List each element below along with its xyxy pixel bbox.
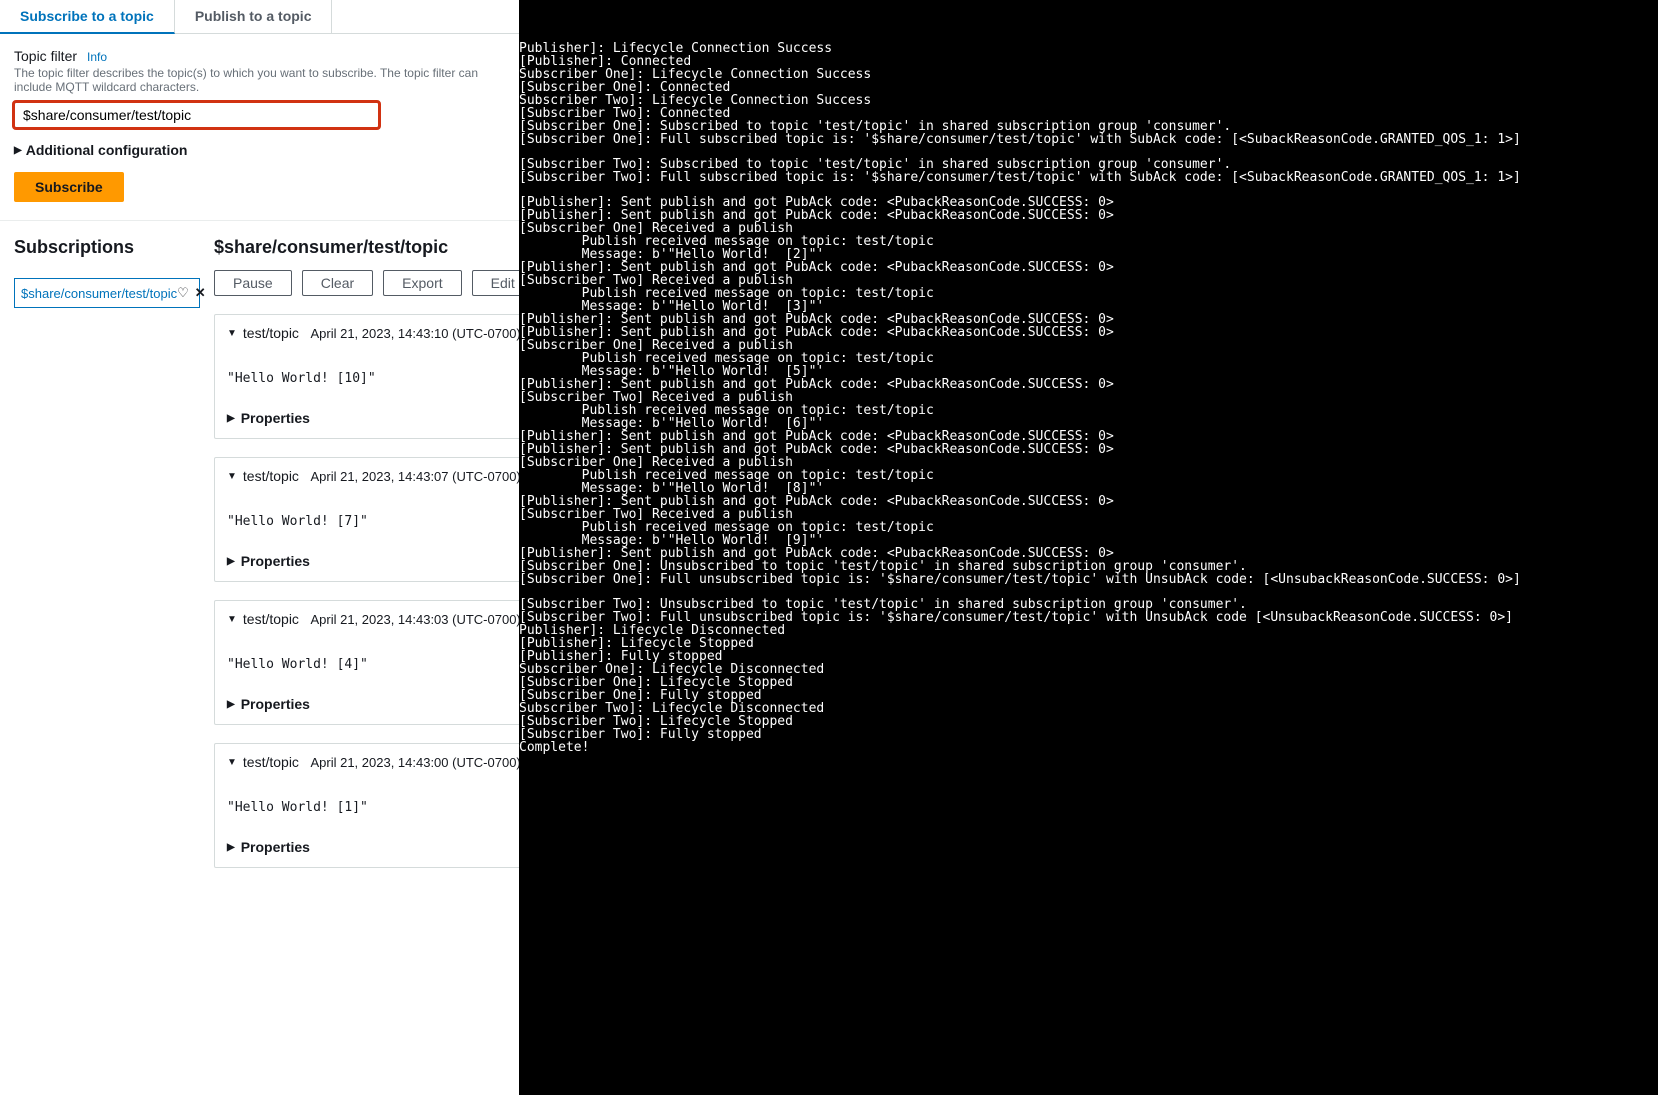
message-properties-label: Properties xyxy=(241,410,310,426)
caret-right-icon: ▶ xyxy=(227,556,235,567)
subscribe-form: Topic filter Info The topic filter descr… xyxy=(0,34,519,221)
tab-publish[interactable]: Publish to a topic xyxy=(175,0,333,33)
additional-configuration-label: Additional configuration xyxy=(26,142,188,158)
message-time: April 21, 2023, 14:43:07 (UTC-0700) xyxy=(310,469,520,484)
caret-down-icon: ▼ xyxy=(227,328,237,339)
message-topic-toggle[interactable]: ▼ test/topic xyxy=(227,611,299,627)
message-card: ▼ test/topic April 21, 2023, 14:43:00 (U… xyxy=(214,743,534,868)
message-properties-toggle[interactable]: ▶ Properties xyxy=(227,839,521,855)
info-link[interactable]: Info xyxy=(87,50,107,64)
export-button[interactable]: Export xyxy=(383,270,461,296)
topic-filter-input[interactable] xyxy=(14,102,379,128)
message-card: ▼ test/topic April 21, 2023, 14:43:10 (U… xyxy=(214,314,534,439)
message-topic: test/topic xyxy=(243,325,299,341)
tabs: Subscribe to a topic Publish to a topic xyxy=(0,0,519,34)
caret-right-icon: ▶ xyxy=(14,145,22,156)
subscribe-button[interactable]: Subscribe xyxy=(14,172,124,202)
message-properties-label: Properties xyxy=(241,553,310,569)
message-properties-toggle[interactable]: ▶ Properties xyxy=(227,410,521,426)
caret-right-icon: ▶ xyxy=(227,699,235,710)
messages-title: $share/consumer/test/topic xyxy=(214,237,534,258)
message-body: "Hello World! [7]" xyxy=(227,514,521,529)
message-body: "Hello World! [1]" xyxy=(227,800,521,815)
message-properties-toggle[interactable]: ▶ Properties xyxy=(227,553,521,569)
tab-subscribe[interactable]: Subscribe to a topic xyxy=(0,0,175,34)
messages-column: $share/consumer/test/topic Pause Clear E… xyxy=(200,221,548,886)
message-time: April 21, 2023, 14:43:10 (UTC-0700) xyxy=(310,326,520,341)
caret-right-icon: ▶ xyxy=(227,842,235,853)
message-body: "Hello World! [10]" xyxy=(227,371,521,386)
caret-down-icon: ▼ xyxy=(227,614,237,625)
caret-down-icon: ▼ xyxy=(227,757,237,768)
message-body: "Hello World! [4]" xyxy=(227,657,521,672)
message-time: April 21, 2023, 14:43:03 (UTC-0700) xyxy=(310,612,520,627)
mqtt-test-client-panel: Subscribe to a topic Publish to a topic … xyxy=(0,0,519,1095)
message-topic: test/topic xyxy=(243,754,299,770)
message-properties-label: Properties xyxy=(241,696,310,712)
heart-icon[interactable]: ♡ xyxy=(177,285,189,301)
topic-filter-label: Topic filter xyxy=(14,48,77,64)
message-card: ▼ test/topic April 21, 2023, 14:43:03 (U… xyxy=(214,600,534,725)
message-topic-toggle[interactable]: ▼ test/topic xyxy=(227,325,299,341)
subscriptions-column: Subscriptions $share/consumer/test/topic… xyxy=(0,221,200,886)
subscriptions-title: Subscriptions xyxy=(14,237,200,258)
caret-right-icon: ▶ xyxy=(227,413,235,424)
message-topic-toggle[interactable]: ▼ test/topic xyxy=(227,468,299,484)
clear-button[interactable]: Clear xyxy=(302,270,373,296)
message-time: April 21, 2023, 14:43:00 (UTC-0700) xyxy=(310,755,520,770)
message-topic-toggle[interactable]: ▼ test/topic xyxy=(227,754,299,770)
caret-down-icon: ▼ xyxy=(227,471,237,482)
terminal-output: Publisher]: Lifecycle Connection Success… xyxy=(519,0,1658,1095)
message-topic: test/topic xyxy=(243,611,299,627)
topic-filter-desc: The topic filter describes the topic(s) … xyxy=(14,66,505,94)
message-card: ▼ test/topic April 21, 2023, 14:43:07 (U… xyxy=(214,457,534,582)
additional-configuration-toggle[interactable]: ▶ Additional configuration xyxy=(14,142,505,158)
message-topic: test/topic xyxy=(243,468,299,484)
subscription-name: $share/consumer/test/topic xyxy=(21,286,177,301)
pause-button[interactable]: Pause xyxy=(214,270,292,296)
message-properties-label: Properties xyxy=(241,839,310,855)
message-properties-toggle[interactable]: ▶ Properties xyxy=(227,696,521,712)
subscription-item[interactable]: $share/consumer/test/topic ♡ ✕ xyxy=(14,278,200,308)
